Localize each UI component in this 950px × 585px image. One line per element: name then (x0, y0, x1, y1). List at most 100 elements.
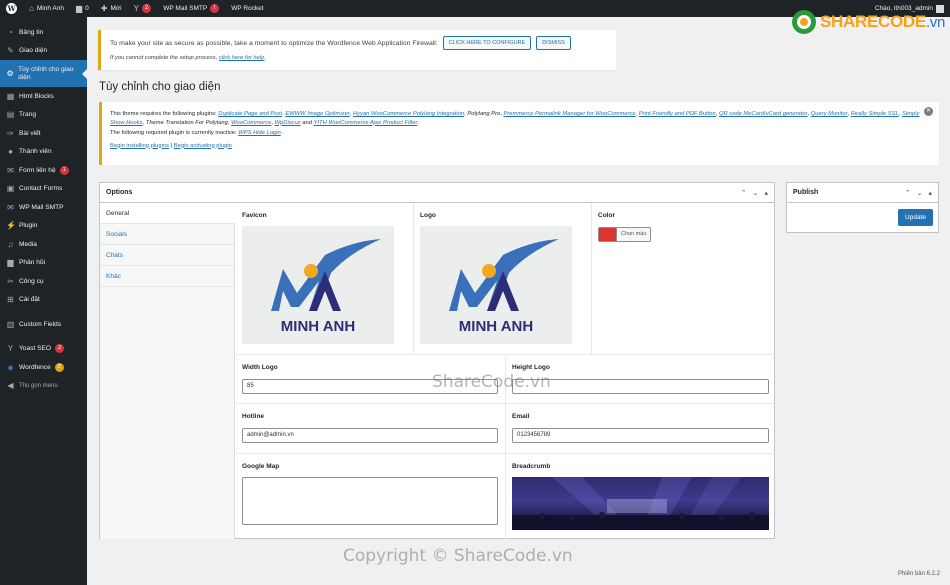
sharecode-logo-text: SHARECODE (820, 12, 926, 31)
close-icon[interactable]: ✕ (924, 107, 933, 116)
comment-icon: ▆ (7, 258, 14, 268)
width-logo-label: Width Logo (242, 364, 278, 371)
plugin-link[interactable]: WooCommerce (231, 120, 271, 126)
rocket-menu[interactable]: WP Rocket (225, 0, 269, 17)
sidebar-item-media[interactable]: ♫ Media (0, 235, 87, 254)
site-name-menu[interactable]: ⌂ Minh Anh (23, 0, 70, 17)
toggle-arrow-icon[interactable]: ▴ (764, 189, 768, 197)
sidebar-item-comments[interactable]: ▆ Phản hồi (0, 254, 87, 273)
smtp-badge: ! (210, 4, 220, 13)
media-icon: ♫ (7, 239, 14, 249)
wp-logo-menu[interactable]: W (0, 0, 23, 17)
comments-menu[interactable]: ▆ 0 (70, 0, 95, 17)
tab-chats[interactable]: Chats (100, 245, 234, 266)
new-content-menu[interactable]: ✚ Mới (95, 0, 128, 17)
sidebar-item-contact-forms[interactable]: ▣ Contact Forms (0, 180, 87, 199)
plugin-link[interactable]: Hyyan WooCommerce Polylang Integration (353, 111, 464, 117)
chevron-down-icon[interactable]: ⌄ (753, 189, 759, 197)
tab-general[interactable]: General (100, 203, 235, 224)
sidebar-item-wp-mail-smtp[interactable]: ✉ WP Mail SMTP (0, 198, 87, 217)
collapse-menu-button[interactable]: ◀ Thu gọn menu (0, 377, 87, 396)
admin-sidebar: ◔ Bảng tin ✎ Giao diện ⚙ Tùy chỉnh cho giao… (0, 17, 87, 585)
sidebar-item-label: Custom Fields (19, 320, 62, 328)
sidebar-item-yoast-seo[interactable]: Y Yoast SEO 2 (0, 340, 87, 359)
update-button[interactable]: Update (898, 209, 933, 226)
rocket-label: WP Rocket (231, 5, 264, 12)
help-link[interactable]: click here for help (219, 55, 264, 61)
tab-socials[interactable]: Socials (100, 224, 234, 245)
help-prefix: If you cannot complete the setup process… (110, 55, 219, 61)
minh-anh-logo-icon: MINH ANH (271, 239, 381, 335)
sidebar-item-posts[interactable]: ✑ Bài viết (0, 124, 87, 143)
yoast-menu[interactable]: Y2 (128, 0, 158, 17)
sidebar-item-label: Wordfence (19, 363, 51, 371)
plugin-link[interactable]: Duplicate Page and Post (218, 111, 282, 117)
begin-activating-link[interactable]: Begin activating plugin (174, 143, 232, 149)
plugin-name: Theme Translation For Polylang (145, 119, 228, 126)
sidebar-item-custom-fields[interactable]: ▥ Custom Fields (0, 315, 87, 334)
form-badge: 1 (59, 165, 69, 175)
dismiss-button[interactable]: DISMISS (536, 36, 571, 50)
sidebar-item-theme-options[interactable]: ⚙ Tùy chỉnh cho giao diện (0, 60, 87, 87)
breadcrumb-field: Breadcrumb (506, 454, 775, 539)
sidebar-item-settings[interactable]: ⊞ Cài đặt (0, 291, 87, 310)
sidebar-item-appearance[interactable]: ✎ Giao diện (0, 42, 87, 61)
configure-button[interactable]: CLICK HERE TO CONFIGURE (442, 36, 532, 50)
plugin-link[interactable]: WPS Hide Login (238, 130, 281, 136)
plugin-link[interactable]: QR code MeCard/vCard generator (719, 111, 808, 117)
sidebar-item-wordfence[interactable]: ◈ Wordfence 2 (0, 358, 87, 377)
sidebar-item-label: Yoast SEO (19, 345, 52, 353)
chevron-up-icon[interactable]: ⌃ (741, 189, 747, 197)
plugin-link[interactable]: EWWW Image Optimizer (285, 111, 349, 117)
favicon-image[interactable]: MINH ANH (242, 226, 394, 344)
smtp-icon: ✉ (7, 202, 14, 212)
options-fields: Favicon MINH ANH Logo MINH ANH Color Chọ… (236, 203, 775, 539)
yoast-icon: Y (133, 4, 139, 13)
plugin-link[interactable]: YITH WooCommerce Ajax Product Filter (314, 120, 418, 126)
begin-installing-link[interactable]: Begin installing plugins (110, 143, 169, 149)
wordfence-notice-text: To make your site as secure as possible,… (110, 39, 438, 47)
plugin-link[interactable]: Query Monitor (811, 111, 848, 117)
publish-postbox: Publish ⌃ ⌄ ▴ Update (786, 182, 939, 233)
chevron-up-icon[interactable]: ⌃ (905, 189, 911, 197)
plugin-name: Polylang Pro (467, 111, 501, 117)
plugin-link[interactable]: Print Friendly and PDF Button (639, 111, 716, 117)
wordfence-notice: To make your site as secure as possible,… (98, 30, 616, 70)
sidebar-item-contact-form[interactable]: ✉ Form liên hệ 1 (0, 161, 87, 180)
page-title: Tùy chỉnh cho giao diện (99, 81, 221, 93)
sidebar-item-tools[interactable]: ✂ Công cụ (0, 272, 87, 291)
sidebar-item-pages[interactable]: ▤ Trang (0, 106, 87, 125)
sidebar-item-html-blocks[interactable]: ▦ Html Blocks (0, 87, 87, 106)
plugin-link[interactable]: WpDiscuz (275, 120, 301, 126)
plus-icon: ✚ (100, 4, 108, 13)
options-tabs: General Socials Chats Khác (100, 203, 235, 539)
sidebar-item-label: Tùy chỉnh cho giao diện (18, 65, 74, 81)
sidebar-item-users[interactable]: ● Thành viên (0, 143, 87, 162)
plugin-link[interactable]: Premmerce Permalink Manager for WooComme… (503, 111, 635, 117)
color-picker-button[interactable]: Chọn màu (598, 227, 652, 242)
tools-icon: ✂ (7, 276, 14, 286)
hotline-input[interactable]: admin@admin.vn (242, 428, 498, 443)
site-name: Minh Anh (36, 5, 64, 12)
toggle-arrow-icon[interactable]: ▴ (928, 189, 932, 197)
plugin-link[interactable]: Really Simple SSL (851, 111, 899, 117)
email-label: Email (512, 413, 530, 420)
watermark-copyright: Copyright © ShareCode.vn (343, 546, 573, 566)
yoast-badge: 2 (141, 4, 152, 13)
chevron-down-icon[interactable]: ⌄ (917, 189, 923, 197)
sidebar-item-label: Media (19, 240, 37, 248)
sidebar-item-label: Contact Forms (19, 185, 63, 193)
sidebar-item-dashboard[interactable]: ◔ Bảng tin (0, 23, 87, 42)
comment-icon: ▆ (75, 4, 83, 13)
smtp-menu[interactable]: WP Mail SMTP! (157, 0, 225, 17)
version-text: Phiên bản 6.2.2 (897, 571, 940, 577)
gear-icon: ⚙ (6, 69, 14, 78)
sidebar-item-plugins[interactable]: ⚡ Plugin (0, 217, 87, 236)
yoast-icon: Y (7, 344, 14, 354)
email-input[interactable]: 0123456789 (512, 428, 769, 443)
color-field: Color Chọn màu (592, 203, 775, 355)
google-map-textarea[interactable] (242, 477, 498, 525)
logo-image[interactable]: MINH ANH (420, 226, 572, 344)
tab-other[interactable]: Khác (100, 266, 234, 287)
breadcrumb-image[interactable] (512, 477, 769, 530)
